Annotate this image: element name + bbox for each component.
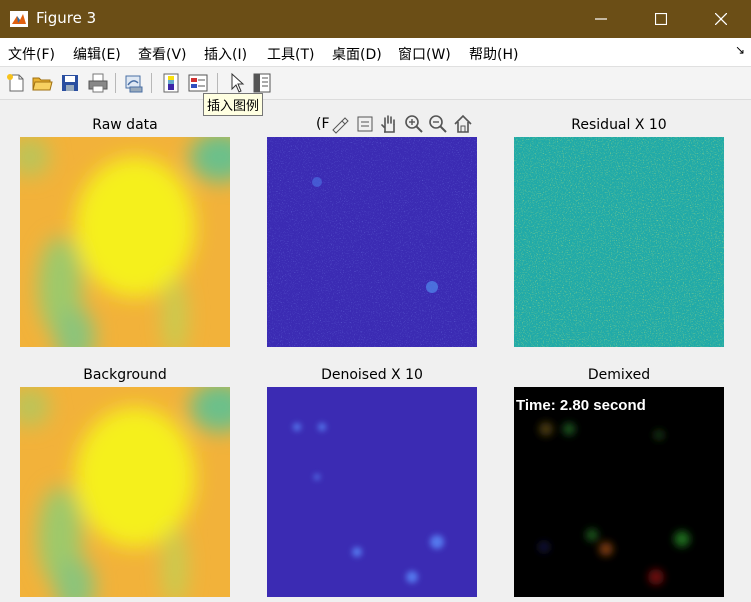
figure-toolbar xyxy=(0,67,751,100)
denoised-title: Denoised X 10 xyxy=(321,367,423,383)
background-title: Background xyxy=(83,367,167,383)
menu-view[interactable]: 查看(V) xyxy=(138,44,187,64)
menu-tools[interactable]: 工具(T) xyxy=(267,44,314,64)
spatial-component-image[interactable] xyxy=(267,137,477,347)
residual-image[interactable] xyxy=(514,137,724,347)
demixed-title: Demixed xyxy=(587,367,651,383)
tooltip: 插入图例 xyxy=(203,93,264,116)
close-icon xyxy=(715,13,727,25)
colorbar-icon[interactable] xyxy=(160,72,182,94)
menu-window[interactable]: 窗口(W) xyxy=(398,44,451,64)
menu-desktop[interactable]: 桌面(D) xyxy=(332,44,382,64)
axes-title-fragment: (F xyxy=(316,116,330,132)
menu-edit[interactable]: 编辑(E) xyxy=(73,44,121,64)
close-button[interactable] xyxy=(691,0,751,38)
menu-insert[interactable]: 插入(I) xyxy=(204,44,247,64)
zoom-out-icon[interactable] xyxy=(428,114,448,134)
menu-bar: 文件(F) 编辑(E) 查看(V) 插入(I) 工具(T) 桌面(D) 窗口(W… xyxy=(0,38,751,67)
background-image[interactable] xyxy=(20,387,230,597)
save-icon[interactable] xyxy=(59,72,81,94)
matlab-app-icon xyxy=(10,11,28,27)
legend-icon[interactable] xyxy=(187,72,209,94)
minimize-button[interactable] xyxy=(571,0,631,38)
raw-data-title: Raw data xyxy=(92,117,158,133)
pointer-icon[interactable] xyxy=(226,72,248,94)
title-bar: Figure 3 xyxy=(0,0,751,38)
demixed-image[interactable]: Time: 2.80 second xyxy=(514,387,724,597)
menu-dock-arrow-icon[interactable]: ↘ xyxy=(735,43,745,57)
menu-help[interactable]: 帮助(H) xyxy=(469,44,518,64)
new-figure-icon[interactable] xyxy=(5,72,27,94)
print-icon[interactable] xyxy=(87,72,109,94)
brush-icon[interactable] xyxy=(330,114,350,134)
maximize-button[interactable] xyxy=(631,0,691,38)
raw-data-image[interactable] xyxy=(20,137,230,347)
pan-icon[interactable] xyxy=(379,114,399,134)
minimize-icon xyxy=(595,18,607,20)
data-tips-icon[interactable] xyxy=(355,114,375,134)
maximize-icon xyxy=(655,13,667,25)
link-plot-icon[interactable] xyxy=(123,72,145,94)
menu-file[interactable]: 文件(F) xyxy=(8,44,55,64)
denoised-image[interactable] xyxy=(267,387,477,597)
axes-toolbar: (F xyxy=(316,113,478,135)
home-icon[interactable] xyxy=(453,114,473,134)
demixed-time-overlay: Time: 2.80 second xyxy=(516,397,646,414)
window-title: Figure 3 xyxy=(36,9,97,27)
property-editor-icon[interactable] xyxy=(251,72,273,94)
zoom-in-icon[interactable] xyxy=(404,114,424,134)
residual-title: Residual X 10 xyxy=(571,117,667,133)
open-icon[interactable] xyxy=(31,72,53,94)
